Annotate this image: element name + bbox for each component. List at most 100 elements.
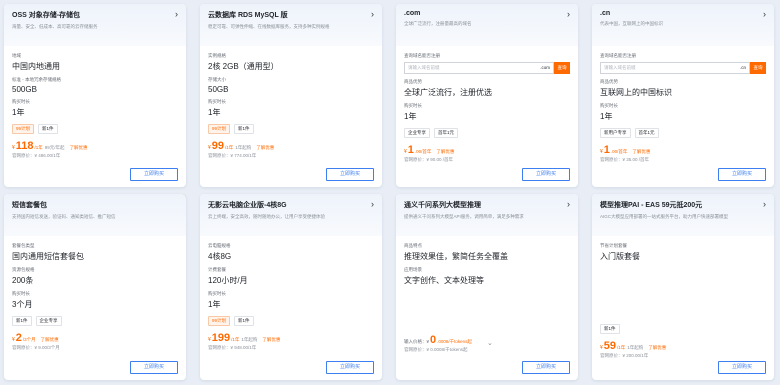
chevron-right-icon[interactable]: › xyxy=(371,199,374,209)
card-title[interactable]: .com xyxy=(404,10,570,17)
product-card-rds[interactable]: 云数据库 RDS MySQL 版 稳定可靠、可弹性伸缩、在线数据库服务，支持多种… xyxy=(200,4,382,187)
promo-link[interactable]: 了解优惠 xyxy=(436,149,454,155)
product-card-cn-domain[interactable]: .cn 代表中国，互联网上的中国标识 › 查询域名能否注册 请输入域名前缀 .cn… xyxy=(592,4,774,187)
chevron-right-icon[interactable]: › xyxy=(763,199,766,209)
tag[interactable]: 99计划 xyxy=(12,124,35,134)
tag[interactable]: 新1件 xyxy=(38,124,58,134)
original-price: 官网原价：¥ 35.00 /首年 xyxy=(600,157,650,162)
card-header: .cn 代表中国，互联网上的中国标识 › xyxy=(592,4,774,46)
field-value[interactable]: 200条 xyxy=(12,275,178,286)
tag[interactable]: 新1件 xyxy=(234,316,254,326)
buy-button[interactable]: 立即购买 xyxy=(130,168,178,181)
card-title[interactable]: 短信套餐包 xyxy=(12,200,178,210)
promo-link[interactable]: 了解优惠 xyxy=(41,337,59,343)
tag[interactable]: 首年1元 xyxy=(434,128,459,138)
buy-button[interactable]: 立即购买 xyxy=(522,361,570,374)
chevron-right-icon[interactable]: › xyxy=(567,199,570,209)
product-card-com-domain[interactable]: .com 全球广泛流行，注册量最高的域名 › 查询域名能否注册 请输入域名前缀.… xyxy=(396,4,578,187)
field-value[interactable]: 中国内地通用 xyxy=(12,61,178,72)
price: ¥2/3个月 了解优惠 xyxy=(12,332,59,344)
field-value: 文字创作、文本处理等 xyxy=(404,276,484,285)
original-price: 官网原价：¥ 774.00/1年 xyxy=(208,153,257,158)
field-value[interactable]: 1年 xyxy=(12,107,178,118)
field-value[interactable]: 1年 xyxy=(404,111,570,122)
card-title[interactable]: OSS 对象存储-存储包 xyxy=(12,10,178,20)
product-card-wuying[interactable]: 无影云电脑企业版-4核8G 云上终端，安全高效，随时随地办公，让用户享受便捷体验… xyxy=(200,194,382,380)
field-label: 应用场景 xyxy=(404,267,422,272)
card-title[interactable]: 云数据库 RDS MySQL 版 xyxy=(208,10,374,20)
promo-link[interactable]: 了解优惠 xyxy=(648,345,666,351)
tag[interactable]: 99计划 xyxy=(208,124,231,134)
field-label: 购买时长 xyxy=(208,99,226,104)
tag[interactable]: 企业专享 xyxy=(404,128,430,138)
field-label: 存储大小 xyxy=(208,77,226,82)
original-price: 官网原价：¥ 90.00 /首年 xyxy=(404,157,454,162)
tag[interactable]: 新1件 xyxy=(234,124,254,134)
domain-input[interactable]: 请输入域名前缀 .cn xyxy=(600,62,750,74)
buy-button[interactable]: 立即购买 xyxy=(326,168,374,181)
original-price: 官网原价：¥ 486.00/1年 xyxy=(12,153,61,158)
tag[interactable]: 新1件 xyxy=(12,316,32,326)
card-desc: 全球广泛流行，注册量最高的域名 xyxy=(404,21,472,26)
price: ¥99/1年 1年起购 了解优惠 xyxy=(208,140,275,152)
promo-link[interactable]: 了解优惠 xyxy=(262,337,280,343)
buy-button[interactable]: 立即购买 xyxy=(522,168,570,181)
chevron-right-icon[interactable]: › xyxy=(567,9,570,19)
field-value[interactable]: 120小时/月 xyxy=(208,275,374,286)
field-value[interactable]: 3个月 xyxy=(12,299,178,310)
price: ¥1.00/首年 了解优惠 xyxy=(600,144,651,156)
card-desc: 海量、安全、低成本、高可靠的云存储服务 xyxy=(12,24,98,29)
tag[interactable]: 99计划 xyxy=(208,316,231,326)
field-value: 互联网上的中国标识 xyxy=(600,88,672,97)
promo-link[interactable]: 了解优惠 xyxy=(632,149,650,155)
tag[interactable]: 企业专享 xyxy=(35,316,62,326)
field-label: 商品特点 xyxy=(404,243,422,248)
buy-button[interactable]: 立即购买 xyxy=(718,168,766,181)
field-value[interactable]: 入门版套餐 xyxy=(600,251,766,262)
promo-link[interactable]: 了解优惠 xyxy=(70,145,88,151)
original-price: 官网原价：¥ 200.00/1年 xyxy=(600,353,649,358)
card-header: 短信套餐包 支持国内短信发送，验证码、通知类短信、推广短信 xyxy=(4,194,186,236)
product-card-sms[interactable]: 新人专享 短信套餐包 支持国内短信发送，验证码、通知类短信、推广短信 套餐包类型… xyxy=(4,194,186,380)
tag[interactable]: 新1件 xyxy=(600,324,620,334)
field-value[interactable]: 1年 xyxy=(600,111,766,122)
tag[interactable]: 首年1元 xyxy=(634,128,659,138)
tag[interactable]: 新用户专享 xyxy=(600,128,631,138)
field-value[interactable]: 1年 xyxy=(208,299,374,310)
card-header: OSS 对象存储-存储包 海量、安全、低成本、高可靠的云存储服务 › xyxy=(4,4,186,46)
buy-button[interactable]: 立即购买 xyxy=(130,361,178,374)
buy-button[interactable]: 立即购买 xyxy=(326,361,374,374)
query-button[interactable]: 查询 xyxy=(554,62,570,74)
card-title[interactable]: 通义千问系列大模型推理 xyxy=(404,200,570,210)
chevron-right-icon[interactable]: › xyxy=(763,9,766,19)
buy-button[interactable]: 立即购买 xyxy=(718,361,766,374)
card-desc: 代表中国，互联网上的中国标识 xyxy=(600,21,663,26)
card-title[interactable]: 模型推理PAI - EAS 59元抵200元 xyxy=(600,200,766,210)
field-value[interactable]: 1年 xyxy=(208,107,374,118)
chevron-right-icon[interactable]: › xyxy=(175,9,178,19)
query-button[interactable]: 查询 xyxy=(750,62,766,74)
card-title[interactable]: 无影云电脑企业版-4核8G xyxy=(208,200,374,210)
promo-link[interactable]: 了解优惠 xyxy=(256,145,274,151)
field-value[interactable]: 2核 2GB（通用型） xyxy=(208,61,374,72)
card-header: 无影云电脑企业版-4核8G 云上终端，安全高效，随时随地办公，让用户享受便捷体验… xyxy=(200,194,382,236)
field-label: 购买时长 xyxy=(12,291,30,296)
card-header: .com 全球广泛流行，注册量最高的域名 › xyxy=(396,4,578,46)
field-label: 购买时长 xyxy=(600,103,618,108)
field-label: 标准 - 本地冗余存储规格 xyxy=(12,77,61,82)
field-label: 购买时长 xyxy=(208,291,226,296)
field-label: 实例规格 xyxy=(208,53,226,58)
card-desc: 提供通义千问系列大模型API服务，调用简单，满足多种需求 xyxy=(404,214,524,219)
product-card-pai-eas[interactable]: 模型推理PAI - EAS 59元抵200元 AIGC大模型应用部署的一站式服务… xyxy=(592,194,774,380)
product-card-qwen[interactable]: 通义千问系列大模型推理 提供通义千问系列大模型API服务，调用简单，满足多种需求… xyxy=(396,194,578,380)
field-value[interactable]: 500GB xyxy=(12,85,178,94)
expand-icon[interactable]: ⌄ xyxy=(487,339,493,347)
field-label: 地域 xyxy=(12,53,21,58)
domain-input[interactable]: 请输入域名前缀 .com xyxy=(404,62,554,74)
field-value[interactable]: 50GB xyxy=(208,85,374,94)
card-title[interactable]: .cn xyxy=(600,10,766,17)
field-value[interactable]: 国内通用短信套餐包 xyxy=(12,251,178,262)
field-value[interactable]: 4核8G xyxy=(208,251,374,262)
chevron-right-icon[interactable]: › xyxy=(371,9,374,19)
product-card-oss[interactable]: OSS 对象存储-存储包 海量、安全、低成本、高可靠的云存储服务 › 地域 中国… xyxy=(4,4,186,187)
